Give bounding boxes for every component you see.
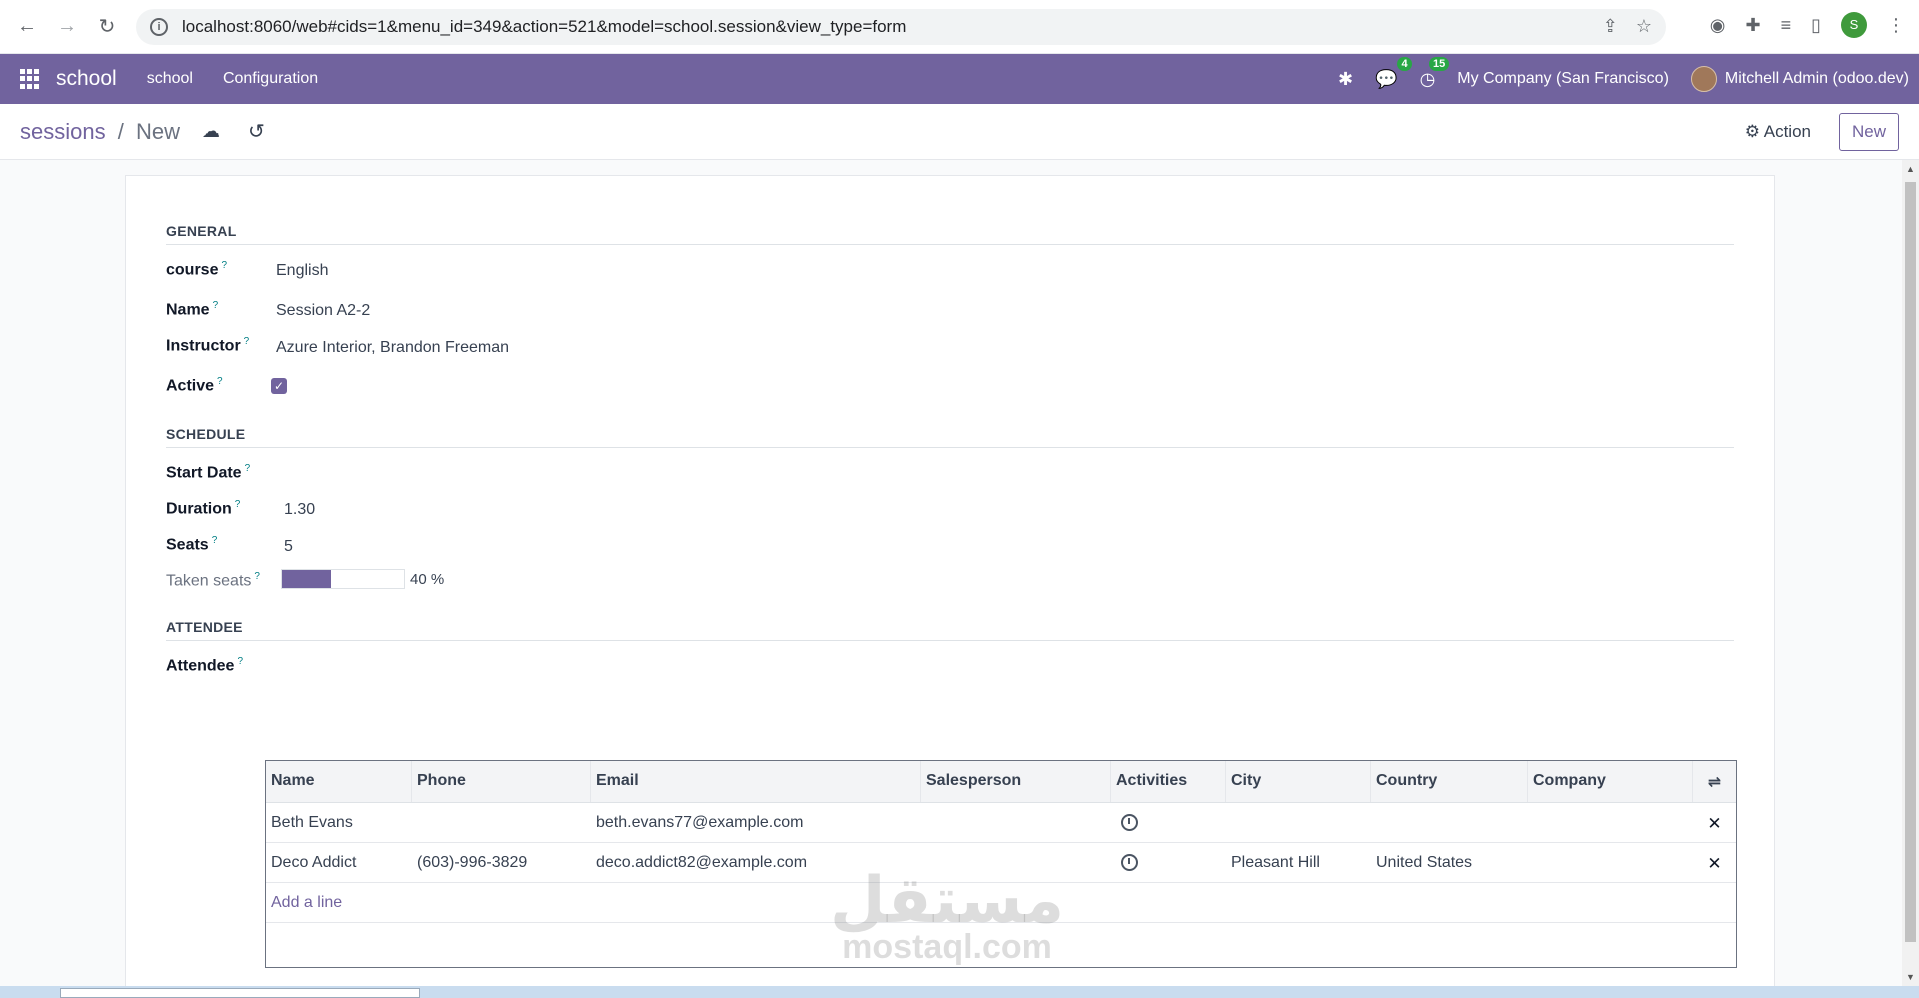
scrollbar-thumb[interactable] bbox=[1905, 182, 1916, 942]
back-arrow-icon[interactable]: ← bbox=[14, 14, 40, 40]
cell-phone: (603)-996-3829 bbox=[417, 854, 528, 871]
action-button[interactable]: ⚙ Action bbox=[1745, 122, 1811, 142]
cell-salesperson bbox=[921, 803, 1111, 842]
col-activities[interactable]: Activities bbox=[1111, 761, 1226, 802]
profile-avatar[interactable]: S bbox=[1841, 12, 1867, 38]
delete-row-icon[interactable]: ✕ bbox=[1693, 803, 1736, 842]
cell-activities bbox=[1111, 803, 1226, 842]
browser-menu-icon[interactable]: ⋮ bbox=[1887, 15, 1905, 36]
user-avatar bbox=[1690, 66, 1717, 92]
url-text[interactable]: localhost:8060/web#cids=1&menu_id=349&ac… bbox=[182, 17, 906, 37]
watermark-logo: مستقل mostaql.com bbox=[830, 864, 1065, 966]
side-panel-icon[interactable]: ▯ bbox=[1811, 15, 1821, 36]
control-panel: sessions / New ☁ ↺ ⚙ Action New bbox=[0, 104, 1919, 160]
activities-clock-icon[interactable]: ◷ 15 bbox=[1420, 56, 1450, 90]
cell-company bbox=[1528, 803, 1693, 842]
taskbar-window[interactable] bbox=[60, 988, 420, 998]
cell-country bbox=[1371, 803, 1528, 842]
bookmark-star-icon[interactable]: ☆ bbox=[1636, 16, 1652, 37]
scroll-up-arrow-icon[interactable]: ▲ bbox=[1906, 164, 1915, 174]
cell-name: Beth Evans bbox=[271, 814, 353, 831]
menu-school[interactable]: school bbox=[147, 70, 193, 88]
site-info-icon[interactable]: i bbox=[150, 18, 168, 36]
cell-email: beth.evans77@example.com bbox=[596, 814, 804, 831]
messages-icon[interactable]: 💬 4 bbox=[1375, 56, 1412, 90]
debug-bug-icon[interactable]: ✱ bbox=[1338, 69, 1353, 90]
reload-icon[interactable]: ↻ bbox=[94, 14, 120, 40]
scroll-down-arrow-icon[interactable]: ▼ bbox=[1906, 972, 1915, 982]
action-label: Action bbox=[1763, 122, 1811, 141]
col-country[interactable]: Country bbox=[1371, 761, 1528, 802]
vertical-scrollbar[interactable]: ▲ ▼ bbox=[1902, 160, 1919, 986]
discard-undo-icon[interactable]: ↺ bbox=[248, 119, 265, 144]
messages-badge: 4 bbox=[1397, 56, 1412, 71]
breadcrumb-parent[interactable]: sessions bbox=[20, 119, 106, 144]
reading-list-icon[interactable]: ≡ bbox=[1781, 15, 1792, 36]
breadcrumb: sessions / New bbox=[20, 119, 180, 145]
breadcrumb-current: New bbox=[135, 118, 180, 144]
taken-seats-percent: 40 % bbox=[410, 571, 445, 588]
cell-country: United States bbox=[1376, 854, 1473, 871]
browser-toolbar: ← → ↻ i localhost:8060/web#cids=1&menu_i… bbox=[0, 0, 1919, 54]
company-switcher[interactable]: My Company (San Francisco) bbox=[1457, 70, 1669, 88]
table-row[interactable]: Beth Evans beth.evans77@example.com ✕ bbox=[266, 803, 1736, 843]
section-schedule: SCHEDULE bbox=[166, 426, 1734, 448]
seats-label: Seats? bbox=[166, 535, 218, 554]
duration-field[interactable]: 1.30 bbox=[284, 501, 315, 519]
name-label: Name? bbox=[166, 300, 219, 319]
attendee-label: Attendee? bbox=[166, 656, 244, 675]
section-general: GENERAL bbox=[166, 223, 1734, 245]
menu-configuration[interactable]: Configuration bbox=[223, 70, 318, 88]
share-icon[interactable]: ⇪ bbox=[1603, 16, 1618, 37]
taken-seats-label: Taken seats? bbox=[166, 571, 260, 590]
breadcrumb-separator: / bbox=[117, 118, 124, 144]
cell-company bbox=[1528, 843, 1693, 882]
col-company[interactable]: Company bbox=[1528, 761, 1693, 802]
optional-columns-toggle-icon[interactable]: ⇌ bbox=[1693, 761, 1736, 802]
watermark-arabic: مستقل bbox=[830, 864, 1065, 936]
address-bar[interactable]: i localhost:8060/web#cids=1&menu_id=349&… bbox=[136, 9, 1666, 45]
instructor-label: Instructor? bbox=[166, 336, 250, 355]
cell-name: Deco Addict bbox=[271, 854, 357, 871]
os-taskbar bbox=[0, 986, 1919, 998]
cell-activities bbox=[1111, 843, 1226, 882]
taken-seats-progressbar bbox=[281, 569, 405, 589]
delete-row-icon[interactable]: ✕ bbox=[1693, 843, 1736, 882]
table-header: Name Phone Email Salesperson Activities … bbox=[266, 761, 1736, 803]
active-checkbox[interactable]: ✓ bbox=[271, 378, 287, 394]
col-city[interactable]: City bbox=[1226, 761, 1371, 802]
seats-field[interactable]: 5 bbox=[284, 538, 293, 556]
watermark-latin: mostaql.com bbox=[842, 928, 1052, 966]
forward-arrow-icon[interactable]: → bbox=[54, 14, 80, 40]
app-brand[interactable]: school bbox=[56, 67, 117, 91]
activity-clock-icon[interactable] bbox=[1121, 814, 1138, 831]
activities-badge: 15 bbox=[1429, 56, 1450, 71]
apps-grid-icon[interactable] bbox=[20, 69, 40, 89]
user-name: Mitchell Admin (odoo.dev) bbox=[1724, 70, 1909, 87]
activity-clock-icon[interactable] bbox=[1121, 854, 1138, 871]
start-date-label: Start Date? bbox=[166, 463, 251, 482]
col-phone[interactable]: Phone bbox=[412, 761, 591, 802]
user-menu[interactable]: Mitchell Admin (odoo.dev) bbox=[1690, 66, 1909, 92]
instructor-field[interactable]: Azure Interior, Brandon Freeman bbox=[276, 339, 509, 357]
taken-seats-progress-fill bbox=[282, 570, 331, 588]
start-date-field[interactable] bbox=[284, 463, 584, 485]
course-label: course? bbox=[166, 260, 228, 279]
name-field[interactable]: Session A2-2 bbox=[276, 302, 370, 320]
main-navbar: school school Configuration ✱ 💬 4 ◷ 15 My … bbox=[0, 54, 1919, 104]
course-field[interactable]: English bbox=[276, 262, 328, 280]
duration-label: Duration? bbox=[166, 499, 241, 518]
col-salesperson[interactable]: Salesperson bbox=[921, 761, 1111, 802]
new-button[interactable]: New bbox=[1838, 113, 1899, 151]
extensions-puzzle-icon[interactable]: ✚ bbox=[1745, 15, 1760, 36]
section-attendee: ATTENDEE bbox=[166, 619, 1734, 641]
cell-city: Pleasant Hill bbox=[1231, 854, 1320, 871]
extension-monkey-icon[interactable]: ◉ bbox=[1710, 15, 1726, 36]
col-name[interactable]: Name bbox=[266, 761, 412, 802]
cell-city bbox=[1226, 803, 1371, 842]
cell-phone bbox=[412, 803, 591, 842]
save-cloud-icon[interactable]: ☁ bbox=[202, 121, 220, 142]
col-email[interactable]: Email bbox=[591, 761, 921, 802]
active-label: Active? bbox=[166, 376, 223, 395]
